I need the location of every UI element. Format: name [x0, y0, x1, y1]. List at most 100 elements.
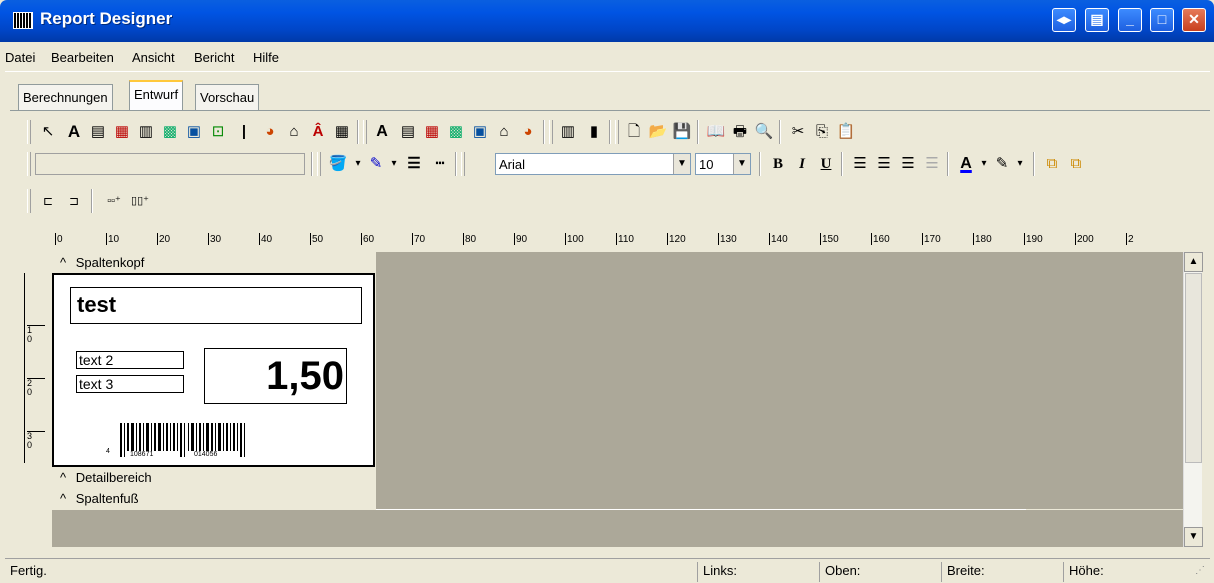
- memo-icon[interactable]: ▤: [87, 121, 109, 143]
- align-right-icon[interactable]: ☰: [897, 153, 919, 175]
- toolbar-separator: [311, 152, 313, 176]
- bold-button[interactable]: B: [767, 153, 789, 175]
- band-header[interactable]: ^ Spaltenkopf: [60, 255, 144, 270]
- text3-field[interactable]: text 3: [76, 375, 184, 393]
- underline-button[interactable]: U: [815, 153, 837, 175]
- toolbar-grip[interactable]: [549, 120, 553, 144]
- send-to-back-icon[interactable]: ⧉: [1065, 153, 1087, 175]
- line-width-icon[interactable]: ☰: [403, 153, 425, 175]
- toolbar-grip[interactable]: [27, 189, 31, 213]
- resize-grip-icon[interactable]: ⋰: [1195, 565, 1205, 576]
- scroll-thumb[interactable]: [1185, 273, 1202, 463]
- highlight-dropdown-icon[interactable]: ▾: [1009, 153, 1031, 175]
- rotated-text-icon[interactable]: Â: [307, 121, 329, 143]
- menu-bearbeiten[interactable]: Bearbeiten: [51, 50, 114, 65]
- align-top-icon[interactable]: ⊏: [37, 190, 59, 212]
- subreport-icon[interactable]: ▥: [557, 121, 579, 143]
- menu-hilfe[interactable]: Hilfe: [253, 50, 279, 65]
- toolbar-align: ⊏ ⊐ ▫▫⁺ ▯▯⁺: [15, 185, 1205, 217]
- line-color-dropdown-icon[interactable]: ▾: [383, 153, 405, 175]
- ole-icon[interactable]: ⊡: [207, 121, 229, 143]
- db-text-icon[interactable]: A: [371, 121, 393, 143]
- align-bottom-icon[interactable]: ⊐: [63, 190, 85, 212]
- cut-icon[interactable]: ✂: [787, 121, 809, 143]
- menu-ansicht[interactable]: Ansicht: [132, 50, 175, 65]
- print-preview-icon[interactable]: 🔍: [753, 121, 775, 143]
- toolbar-grip[interactable]: [461, 152, 465, 176]
- same-height-icon[interactable]: ▯▯⁺: [129, 190, 151, 212]
- barcode[interactable]: 4 108671 014056: [102, 421, 282, 459]
- region-icon[interactable]: ▮: [583, 121, 605, 143]
- db-memo-icon[interactable]: ▤: [397, 121, 419, 143]
- toolbar-grip[interactable]: [27, 152, 31, 176]
- title-field[interactable]: test: [70, 287, 362, 324]
- maximize-button[interactable]: □: [1150, 8, 1174, 32]
- toolbar-separator: [841, 152, 843, 176]
- toolbar-grip[interactable]: [615, 120, 619, 144]
- toolbar-grip[interactable]: [27, 120, 31, 144]
- tab-divider: [10, 110, 1210, 111]
- font-select[interactable]: Arial ▼: [495, 153, 691, 175]
- line-icon[interactable]: |: [233, 121, 255, 143]
- vruler-mark: 1 0: [27, 325, 45, 344]
- menu-datei[interactable]: Datei: [5, 50, 35, 65]
- value-field[interactable]: 1,50: [204, 348, 347, 404]
- text2-field[interactable]: text 2: [76, 351, 184, 369]
- ruler-tick: 100: [565, 233, 584, 245]
- calc-icon[interactable]: ▩: [159, 121, 181, 143]
- menu-bericht[interactable]: Bericht: [194, 50, 234, 65]
- font-size-select[interactable]: 10 ▼: [695, 153, 751, 175]
- align-left-icon[interactable]: ☰: [849, 153, 871, 175]
- chevron-down-icon[interactable]: ▼: [673, 154, 690, 174]
- scroll-down-icon[interactable]: ▼: [1184, 527, 1203, 547]
- bring-to-front-icon[interactable]: ⧉: [1041, 153, 1063, 175]
- db-image-icon[interactable]: ▣: [469, 121, 491, 143]
- db-calc-icon[interactable]: ▩: [445, 121, 467, 143]
- db-barcode-icon[interactable]: ⌂: [493, 121, 515, 143]
- object-name-field[interactable]: [35, 153, 305, 175]
- ruler-tick: 150: [820, 233, 839, 245]
- save-icon[interactable]: 💾: [671, 121, 693, 143]
- fill-color-icon[interactable]: 🪣: [327, 153, 349, 175]
- pointer-icon[interactable]: ↖: [37, 121, 59, 143]
- align-justify-icon[interactable]: ☰: [921, 153, 943, 175]
- minimize-button[interactable]: _: [1118, 8, 1142, 32]
- db-rich-text-icon[interactable]: ▦: [421, 121, 443, 143]
- tab-entwurf[interactable]: Entwurf: [129, 80, 184, 111]
- ruler-tick: 0: [55, 233, 63, 245]
- close-button[interactable]: ✕: [1182, 8, 1206, 32]
- image-icon[interactable]: ▣: [183, 121, 205, 143]
- tab-vorschau[interactable]: Vorschau: [195, 84, 260, 110]
- font-name: Arial: [499, 157, 526, 172]
- ruler-tick: 180: [973, 233, 992, 245]
- menu-icon[interactable]: ▤: [1085, 8, 1109, 32]
- chevron-down-icon[interactable]: ▼: [733, 154, 750, 174]
- toolbar-grip[interactable]: [317, 152, 321, 176]
- help-icon[interactable]: ◂▸: [1052, 8, 1076, 32]
- align-center-icon[interactable]: ☰: [873, 153, 895, 175]
- new-file-icon[interactable]: 🗋: [623, 121, 645, 143]
- vertical-ruler: 1 0 2 0 3 0: [24, 273, 46, 463]
- table-icon[interactable]: ▦: [331, 121, 353, 143]
- chart-icon[interactable]: ◕: [259, 121, 281, 143]
- band-footer[interactable]: ^ Spaltenfuß: [60, 491, 139, 506]
- print-icon[interactable]: 🖶: [729, 121, 751, 143]
- book-icon[interactable]: 📖: [705, 121, 727, 143]
- paste-icon[interactable]: 📋: [835, 121, 857, 143]
- scroll-up-icon[interactable]: ▲: [1184, 252, 1203, 272]
- field-icon[interactable]: ▥: [135, 121, 157, 143]
- tab-berechnungen[interactable]: Berechnungen: [18, 84, 113, 110]
- copy-icon[interactable]: ⎘: [811, 121, 833, 143]
- same-width-icon[interactable]: ▫▫⁺: [103, 190, 125, 212]
- rich-text-icon[interactable]: ▦: [111, 121, 133, 143]
- text-tool-icon[interactable]: A: [63, 121, 85, 143]
- toolbar-separator: [1033, 152, 1035, 176]
- db-chart-icon[interactable]: ◕: [517, 121, 539, 143]
- open-folder-icon[interactable]: 📂: [647, 121, 669, 143]
- toolbar-grip[interactable]: [363, 120, 367, 144]
- line-style-icon[interactable]: ┅: [429, 153, 451, 175]
- band-detail[interactable]: ^ Detailbereich: [60, 470, 152, 485]
- barcode-tool-icon[interactable]: ⌂: [283, 121, 305, 143]
- italic-button[interactable]: I: [791, 153, 813, 175]
- vertical-scrollbar[interactable]: ▲ ▼: [1183, 252, 1203, 547]
